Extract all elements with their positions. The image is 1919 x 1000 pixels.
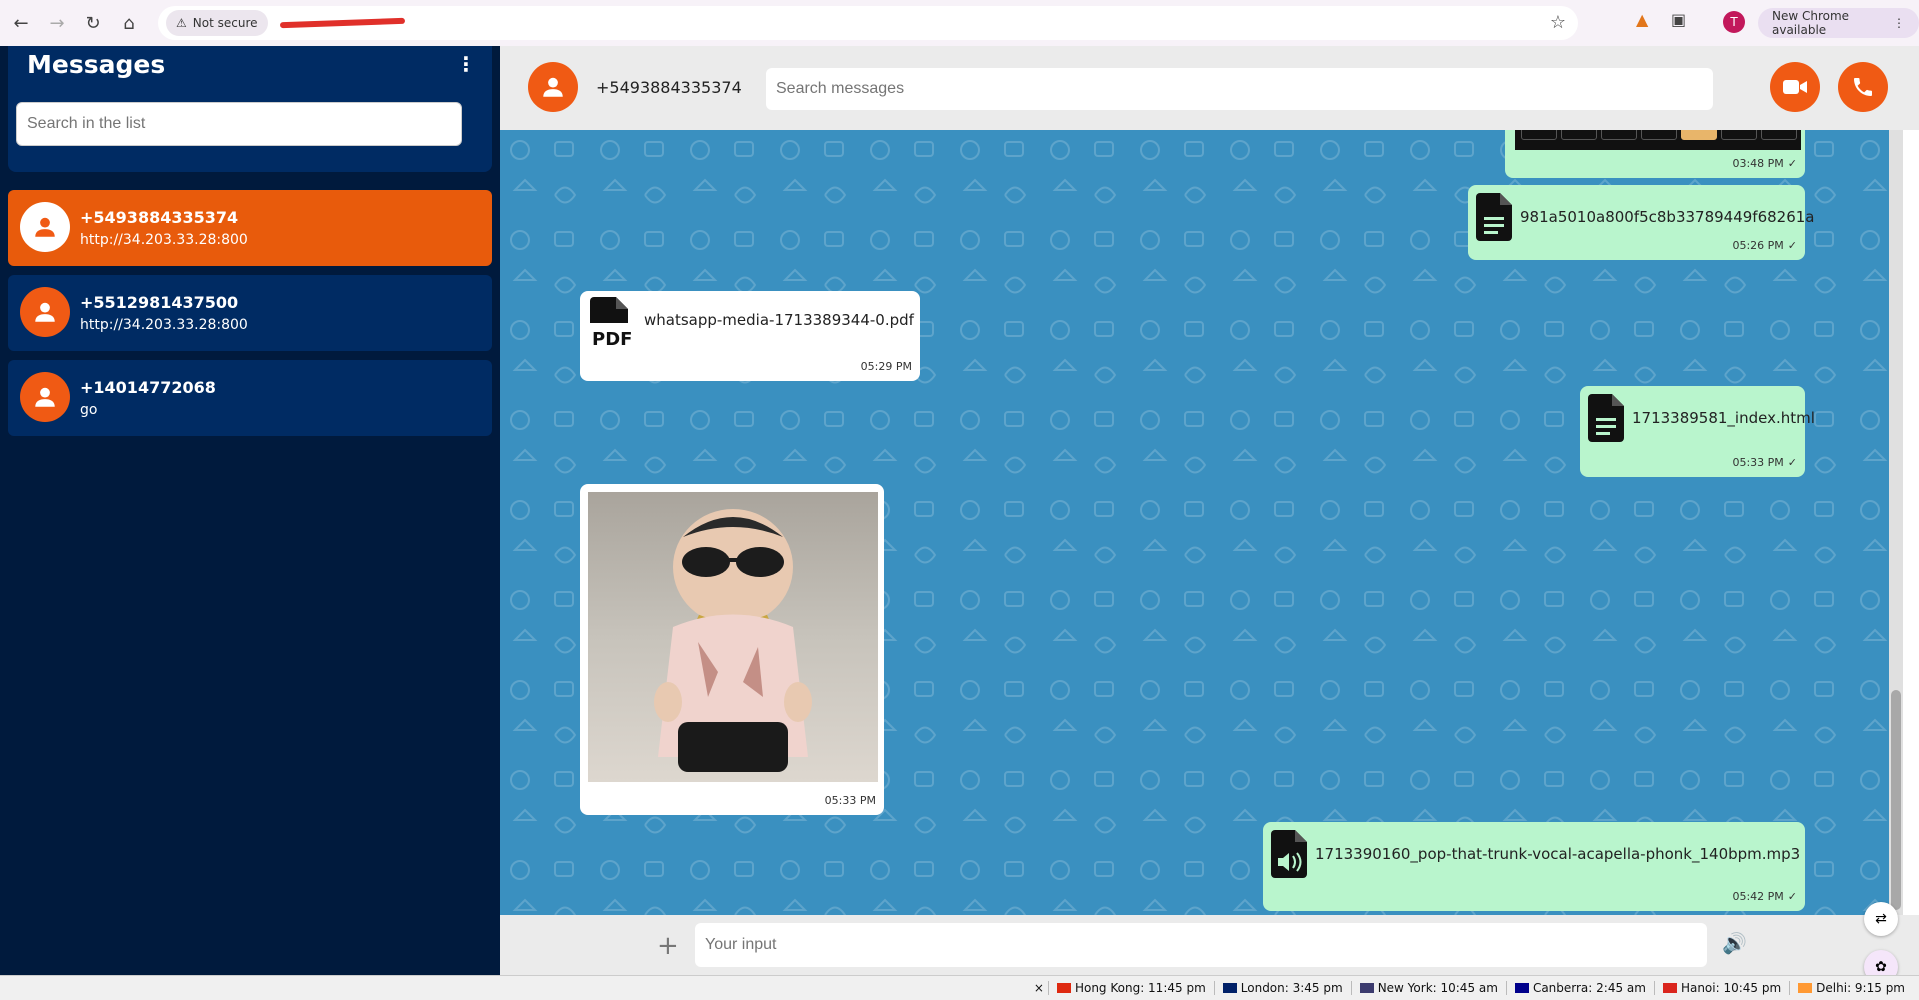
document-icon	[1588, 394, 1624, 442]
sent-check-icon: ✓	[1787, 239, 1797, 252]
flag-icon	[1056, 983, 1071, 993]
user-avatar-icon	[20, 202, 70, 252]
world-clock-bar: × Hong Kong: 11:45 pm London: 3:45 pm Ne…	[0, 975, 1919, 1000]
image-attachment[interactable]	[588, 492, 878, 782]
baby-photo-image	[654, 509, 812, 772]
message-time: 05:26 PM ✓	[1732, 239, 1797, 252]
chat-messages-area: 03:48 PM ✓ 981a5010a800f5c8b33789449f6826…	[500, 130, 1889, 915]
contact-name: +14014772068	[80, 378, 216, 397]
security-label: Not secure	[192, 16, 258, 30]
menu-kebab-icon: ⋮	[1893, 16, 1905, 30]
profile-avatar[interactable]: T	[1723, 11, 1745, 33]
warning-icon: ⚠	[176, 16, 187, 30]
extensions-puzzle-icon[interactable]: ▣	[1671, 10, 1686, 29]
bookmark-star-icon[interactable]: ☆	[1550, 12, 1566, 33]
image-attachment[interactable]	[1515, 130, 1801, 150]
reload-icon[interactable]: ↻	[78, 8, 108, 38]
new-chrome-available-button[interactable]: New Chrome available ⋮	[1758, 8, 1919, 38]
sidebar-header: Messages ⋮	[8, 46, 492, 172]
chat-scrollbar[interactable]	[1889, 130, 1903, 915]
clock-item: Delhi: 9:15 pm	[1789, 981, 1919, 995]
flag-icon	[1798, 983, 1813, 993]
audio-file-icon	[1271, 830, 1307, 878]
speaker-icon[interactable]: 🔊	[1722, 931, 1747, 955]
flag-icon	[1359, 983, 1374, 993]
sidebar: Messages ⋮ +5493884335374 http://34.203.…	[0, 46, 500, 975]
attach-plus-icon[interactable]: +	[657, 931, 679, 961]
contact-last-message: go	[80, 402, 98, 418]
sent-check-icon: ✓	[1787, 157, 1797, 170]
message-bubble-outgoing[interactable]: 1713389581_index.html 05:33 PM ✓	[1580, 386, 1815, 477]
contact-name: +5493884335374	[80, 208, 239, 227]
message-bubble-incoming[interactable]: 05:33 PM	[580, 484, 884, 815]
message-search-input[interactable]	[766, 68, 1713, 110]
message-time: 05:42 PM ✓	[1732, 890, 1797, 903]
translate-icon[interactable]: ⇄	[1864, 902, 1898, 936]
user-avatar-icon	[20, 287, 70, 337]
browser-toolbar: ← → ↻ ⌂ ⚠ Not secure ☆ ▲ ▣ T New Chrome …	[0, 0, 1919, 46]
sent-check-icon: ✓	[1787, 890, 1797, 903]
sidebar-menu-icon[interactable]: ⋮	[456, 52, 476, 76]
message-time: 05:29 PM	[860, 360, 912, 373]
close-icon[interactable]: ×	[1030, 981, 1048, 995]
chat-header: +5493884335374	[500, 46, 1919, 130]
flag-icon	[1662, 983, 1677, 993]
redacted-url	[279, 17, 405, 29]
clock-item: Hanoi: 10:45 pm	[1653, 981, 1789, 995]
message-time: 05:33 PM ✓	[1732, 456, 1797, 469]
file-name[interactable]: 1713390160_pop-that-trunk-vocal-acapella…	[1315, 845, 1800, 863]
clock-item: Hong Kong: 11:45 pm	[1047, 981, 1214, 995]
back-arrow-icon[interactable]: ←	[6, 8, 36, 38]
message-bubble-outgoing[interactable]: 03:48 PM ✓	[1505, 130, 1805, 178]
home-icon[interactable]: ⌂	[114, 8, 144, 38]
message-time: 05:33 PM	[824, 794, 876, 807]
file-name[interactable]: whatsapp-media-1713389344-0.pdf	[644, 311, 914, 329]
sent-check-icon: ✓	[1787, 456, 1797, 469]
message-bubble-outgoing[interactable]: 981a5010a800f5c8b33789449f68261a 05:26 P…	[1468, 185, 1815, 260]
chat-contact-number: +5493884335374	[596, 78, 742, 97]
voice-call-button[interactable]	[1838, 62, 1888, 112]
file-name[interactable]: 981a5010a800f5c8b33789449f68261a	[1520, 208, 1815, 226]
contact-item[interactable]: +5512981437500 http://34.203.33.28:800	[8, 275, 492, 351]
metamask-extension-icon[interactable]: ▲	[1636, 10, 1648, 29]
video-camera-icon	[1783, 80, 1807, 94]
phone-icon	[1854, 78, 1872, 96]
message-bubble-incoming[interactable]: PDF whatsapp-media-1713389344-0.pdf 05:2…	[580, 291, 920, 381]
svg-text:PDF: PDF	[592, 329, 632, 349]
security-chip[interactable]: ⚠ Not secure	[166, 10, 268, 36]
message-input[interactable]	[695, 923, 1707, 967]
contact-last-message: http://34.203.33.28:800	[80, 232, 248, 248]
message-time: 03:48 PM ✓	[1732, 157, 1797, 170]
contact-name: +5512981437500	[80, 293, 239, 312]
address-bar[interactable]: ⚠ Not secure ☆	[158, 6, 1578, 40]
contact-last-message: http://34.203.33.28:800	[80, 317, 248, 333]
clock-item: Canberra: 2:45 am	[1505, 981, 1654, 995]
new-chrome-label: New Chrome available	[1772, 9, 1850, 37]
forward-arrow-icon[interactable]: →	[42, 8, 72, 38]
flag-icon	[1514, 983, 1529, 993]
clock-item: New York: 10:45 am	[1350, 981, 1506, 995]
pdf-icon: PDF	[590, 297, 632, 349]
file-name[interactable]: 1713389581_index.html	[1632, 409, 1815, 427]
contact-avatar-icon[interactable]	[528, 62, 578, 112]
document-icon	[1476, 193, 1512, 241]
video-call-button[interactable]	[1770, 62, 1820, 112]
message-bubble-outgoing[interactable]: 1713390160_pop-that-trunk-vocal-acapella…	[1263, 822, 1805, 911]
contact-item[interactable]: +14014772068 go	[8, 360, 492, 436]
flag-icon	[1222, 983, 1237, 993]
contact-search-input[interactable]	[16, 102, 462, 146]
sidebar-title: Messages	[27, 50, 166, 79]
scrollbar-thumb[interactable]	[1891, 690, 1901, 910]
contact-item[interactable]: +5493884335374 http://34.203.33.28:800	[8, 190, 492, 266]
user-avatar-icon	[20, 372, 70, 422]
message-composer: + 🔊	[500, 915, 1919, 975]
clock-item: London: 3:45 pm	[1213, 981, 1351, 995]
